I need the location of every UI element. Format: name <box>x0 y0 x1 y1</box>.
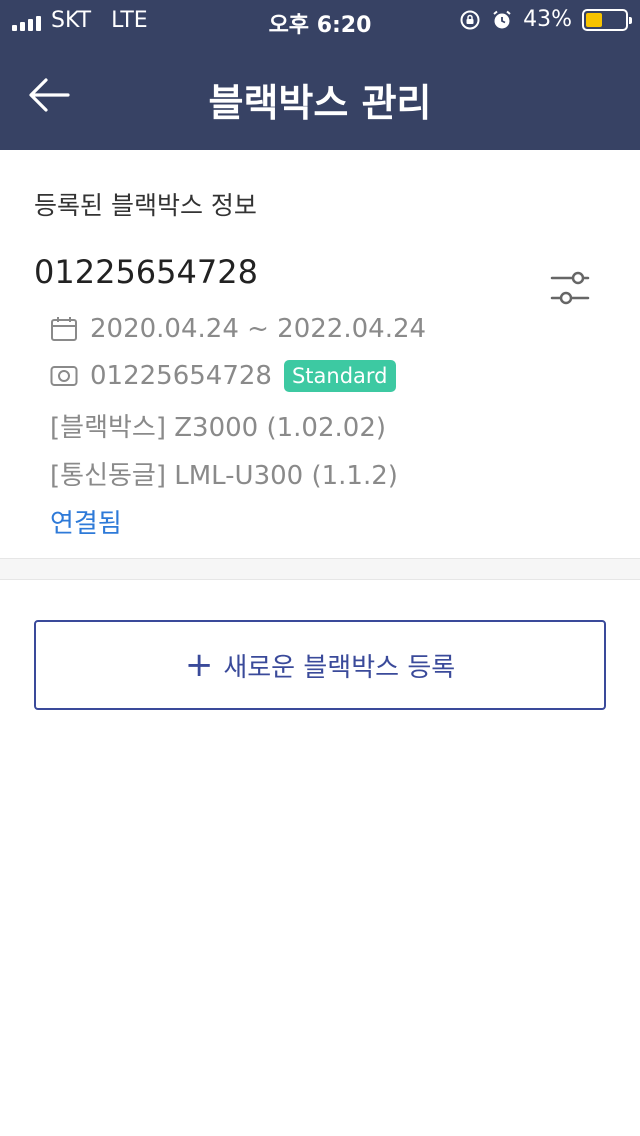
sliders-icon <box>550 271 590 305</box>
status-bar: SKT LTE 오후 6:20 43% <box>0 0 640 40</box>
dongle-text: [통신동글] LML-U300 (1.1.2) <box>50 461 398 491</box>
dongle-row: [통신동글] LML-U300 (1.1.2) <box>50 455 398 492</box>
model-row: [블랙박스] Z3000 (1.02.02) <box>50 407 386 444</box>
alarm-icon <box>491 9 513 31</box>
device-icon <box>50 362 78 390</box>
register-button-label: 새로운 블랙박스 등록 <box>223 652 456 683</box>
battery-icon <box>582 8 632 31</box>
calendar-icon <box>50 315 78 343</box>
plan-badge: Standard <box>283 360 396 392</box>
period-row: 2020.04.24 ~ 2022.04.24 <box>50 314 426 344</box>
connection-status[interactable]: 연결됨 <box>50 503 122 540</box>
section-title: 등록된 블랙박스 정보 <box>34 191 257 220</box>
settings-button[interactable] <box>546 266 596 310</box>
device-id: 01225654728 <box>34 253 258 291</box>
battery-fill <box>586 12 603 27</box>
section-divider <box>0 558 640 580</box>
serial-text: 01225654728 <box>90 361 272 391</box>
page-title: 블랙박스 관리 <box>208 81 432 125</box>
rotation-lock-icon <box>459 9 481 31</box>
status-bar-right: 43% <box>459 7 632 32</box>
battery-percent: 43% <box>523 7 572 32</box>
plus-icon: + <box>184 645 214 685</box>
model-text: [블랙박스] Z3000 (1.02.02) <box>50 413 387 443</box>
serial-row: 01225654728 Standard <box>50 360 396 392</box>
period-text: 2020.04.24 ~ 2022.04.24 <box>90 314 427 344</box>
app-header: 블랙박스 관리 <box>0 40 640 150</box>
register-new-blackbox-button[interactable]: + 새로운 블랙박스 등록 <box>34 620 606 710</box>
